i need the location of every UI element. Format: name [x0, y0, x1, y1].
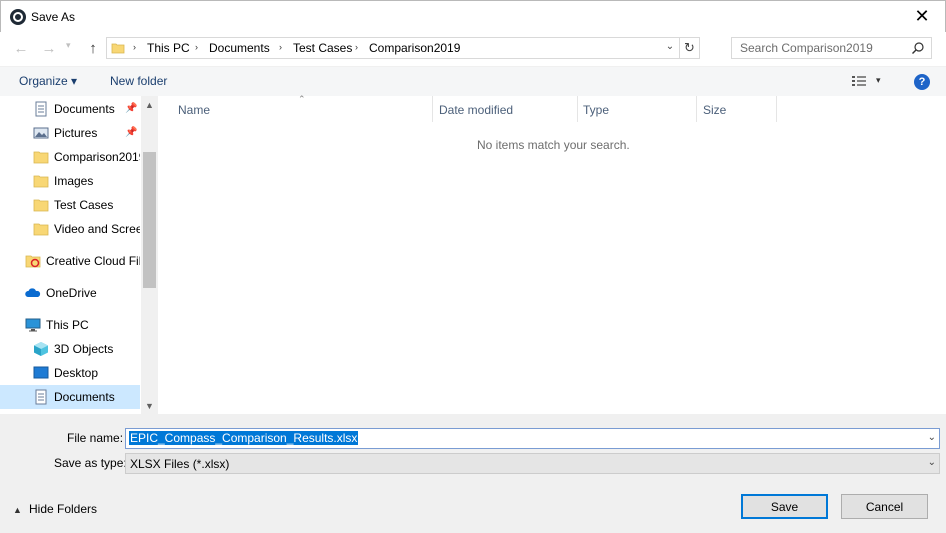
- view-details-icon[interactable]: [851, 74, 867, 88]
- folder-icon: [33, 175, 49, 188]
- breadcrumb-chevron-icon[interactable]: ›: [355, 42, 358, 52]
- breadcrumb-chevron-icon[interactable]: ›: [195, 42, 198, 52]
- back-arrow-icon[interactable]: ←: [12, 39, 30, 57]
- pictures-icon: [33, 127, 49, 139]
- folder-icon: [33, 199, 49, 212]
- scroll-up-arrow-icon[interactable]: ▲: [141, 96, 158, 113]
- breadcrumb-comparison2019[interactable]: Comparison2019: [369, 41, 460, 55]
- file-list[interactable]: ⌃ Name Date modified Type Size No items …: [160, 94, 946, 414]
- column-header-name[interactable]: ⌃ Name: [160, 94, 432, 122]
- column-header-label: Date modified: [439, 103, 514, 117]
- search-placeholder: Search Comparison2019: [740, 41, 873, 55]
- command-toolbar: Organize ▾ New folder ▾ ?: [0, 66, 946, 96]
- pin-icon: 📌: [125, 103, 138, 114]
- column-header-size[interactable]: Size: [697, 96, 777, 122]
- sidebar-item-label: Images: [54, 174, 94, 188]
- sidebar-item-video-and-screenshots[interactable]: Video and Screenshots: [0, 217, 140, 241]
- sidebar-item-pictures[interactable]: Pictures 📌: [0, 121, 140, 145]
- creative-cloud-icon: [25, 255, 41, 268]
- title-bar: Save As ✕: [0, 0, 946, 32]
- documents-icon: [35, 389, 47, 405]
- forward-arrow-icon[interactable]: →: [40, 39, 58, 57]
- save-button[interactable]: Save: [741, 494, 828, 519]
- breadcrumb-test-cases[interactable]: Test Cases: [293, 41, 352, 55]
- documents-icon: [35, 101, 47, 117]
- sidebar-item-label: Video and Screenshots: [54, 222, 140, 236]
- file-name-dropdown-chevron-icon[interactable]: ⌄: [928, 432, 936, 443]
- column-header-label: Name: [178, 103, 211, 117]
- column-header-label: Size: [703, 103, 727, 117]
- column-header-date-modified[interactable]: Date modified: [433, 96, 577, 122]
- onedrive-icon: [25, 288, 41, 297]
- file-name-label: File name:: [67, 431, 124, 445]
- scroll-down-arrow-icon[interactable]: ▼: [141, 397, 158, 414]
- sidebar-item-label: Documents: [54, 390, 115, 404]
- breadcrumb-chevron-icon[interactable]: ›: [279, 42, 282, 52]
- sidebar-item-documents[interactable]: Documents: [0, 385, 140, 409]
- navigation-pane: Documents 📌 Pictures 📌 Comparison2019 Im…: [0, 96, 158, 414]
- file-name-value[interactable]: EPIC_Compass_Comparison_Results.xlsx: [129, 431, 359, 445]
- sidebar-item-label: Desktop: [54, 366, 99, 380]
- breadcrumb-documents[interactable]: Documents: [209, 41, 270, 55]
- refresh-icon[interactable]: ↻: [679, 38, 699, 58]
- sidebar-item-label: Comparison2019: [54, 150, 140, 164]
- sidebar-item-label: Test Cases: [54, 198, 114, 212]
- save-as-type-chevron-icon[interactable]: ⌄: [928, 457, 936, 468]
- sort-ascending-icon: ⌃: [298, 94, 306, 104]
- column-header-label: Type: [583, 103, 610, 117]
- save-as-type-label: Save as type:: [54, 456, 127, 470]
- sidebar-item-onedrive[interactable]: OneDrive: [0, 281, 140, 305]
- up-arrow-icon[interactable]: ↑: [84, 39, 102, 57]
- app-icon: [10, 9, 26, 25]
- hide-folders-button[interactable]: ▲ Hide Folders: [13, 502, 97, 516]
- recent-locations-chevron-icon[interactable]: ▾: [66, 40, 71, 51]
- sidebar-item-test-cases[interactable]: Test Cases: [0, 193, 140, 217]
- sidebar-scrollbar[interactable]: ▲ ▼: [141, 96, 158, 414]
- address-dropdown-chevron-icon[interactable]: ⌄: [663, 41, 677, 55]
- window-title: Save As: [31, 10, 76, 24]
- sidebar-item-creative-cloud-files[interactable]: Creative Cloud Files: [0, 249, 140, 273]
- column-header-type[interactable]: Type: [578, 96, 696, 122]
- scrollbar-thumb[interactable]: [143, 152, 156, 288]
- sidebar-item-label: 3D Objects: [54, 342, 114, 356]
- sidebar-item-label: Documents: [54, 102, 115, 116]
- breadcrumb-this-pc[interactable]: This PC: [147, 41, 190, 55]
- new-folder-button[interactable]: New folder: [110, 74, 167, 88]
- search-input[interactable]: Search Comparison2019: [731, 37, 932, 59]
- sidebar-item-label: This PC: [46, 318, 89, 332]
- 3d-objects-icon: [34, 342, 48, 356]
- breadcrumb-chevron-icon[interactable]: ›: [133, 42, 136, 52]
- sidebar-item-3d-objects[interactable]: 3D Objects: [0, 337, 140, 361]
- close-button[interactable]: ✕: [899, 1, 945, 32]
- save-as-type-value: XLSX Files (*.xlsx): [130, 457, 230, 471]
- sidebar-item-documents-quick[interactable]: Documents 📌: [0, 97, 140, 121]
- sidebar-item-desktop[interactable]: Desktop: [0, 361, 140, 385]
- chevron-up-icon: ▲: [13, 505, 22, 515]
- cancel-button[interactable]: Cancel: [841, 494, 928, 519]
- sidebar-item-label: Creative Cloud Files: [46, 254, 140, 268]
- sidebar-item-label: OneDrive: [46, 286, 97, 300]
- column-divider[interactable]: [776, 96, 777, 122]
- folder-icon: [33, 151, 49, 164]
- help-icon[interactable]: ?: [914, 74, 930, 90]
- view-options-chevron-icon[interactable]: ▾: [876, 75, 881, 86]
- sidebar-item-label: Pictures: [54, 126, 98, 140]
- sidebar-item-this-pc[interactable]: This PC: [0, 313, 140, 337]
- address-bar[interactable]: › This PC › Documents › Test Cases › Com…: [106, 37, 700, 59]
- save-as-type-select[interactable]: XLSX Files (*.xlsx) ⌄: [125, 453, 940, 474]
- this-pc-icon: [25, 318, 41, 332]
- save-options-panel: File name: EPIC_Compass_Comparison_Resul…: [0, 414, 946, 533]
- desktop-icon: [33, 366, 49, 379]
- sidebar-item-comparison2019[interactable]: Comparison2019: [0, 145, 140, 169]
- folder-icon: [33, 223, 49, 236]
- hide-folders-label: Hide Folders: [29, 502, 98, 516]
- sidebar-item-images[interactable]: Images: [0, 169, 140, 193]
- search-icon[interactable]: [911, 41, 925, 55]
- empty-state-message: No items match your search.: [477, 138, 630, 152]
- organize-menu-button[interactable]: Organize ▾: [19, 74, 77, 88]
- folder-icon: [111, 43, 125, 54]
- file-name-field[interactable]: EPIC_Compass_Comparison_Results.xlsx ⌄: [125, 428, 940, 449]
- pin-icon: 📌: [125, 127, 138, 138]
